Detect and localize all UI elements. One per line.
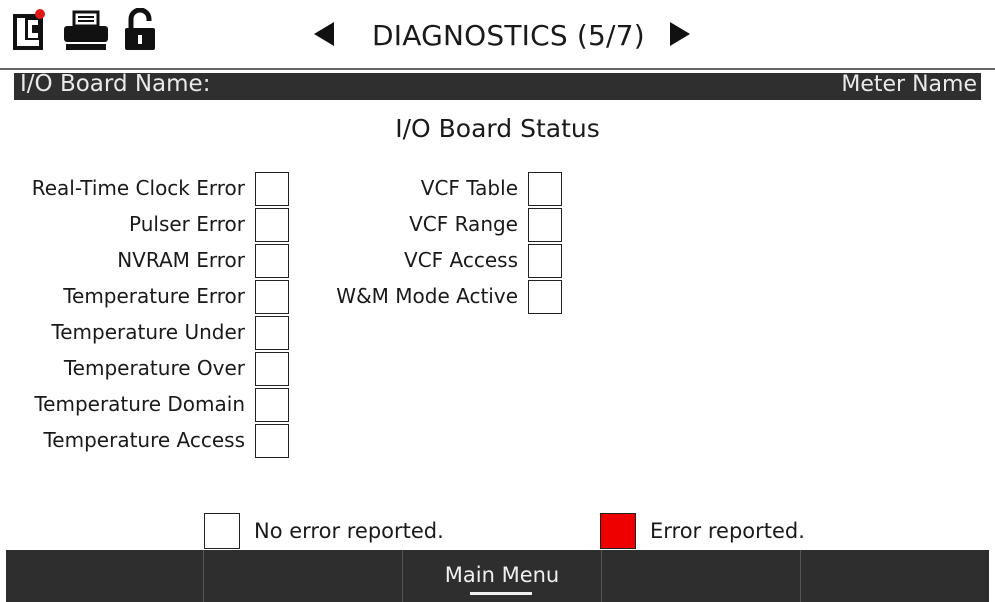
status-row: VCF Access <box>290 244 562 280</box>
toolbar-divider <box>0 68 995 70</box>
status-indicator <box>255 388 289 422</box>
status-indicator <box>528 280 562 314</box>
status-label: Real-Time Clock Error <box>31 176 245 200</box>
status-indicator <box>255 280 289 314</box>
softkey-bar: Main Menu <box>6 550 989 602</box>
status-label: VCF Table <box>420 176 518 200</box>
error-swatch <box>600 513 636 549</box>
status-label: W&M Mode Active <box>336 284 518 308</box>
page-title: DIAGNOSTICS (5/7) <box>372 19 645 52</box>
status-row: NVRAM Error <box>0 244 289 280</box>
board-name-bar: I/O Board Name: Meter Name <box>14 71 981 100</box>
status-indicator <box>255 244 289 278</box>
softkey-1[interactable] <box>6 550 203 602</box>
status-indicator <box>255 208 289 242</box>
status-indicator <box>528 208 562 242</box>
status-indicator <box>528 244 562 278</box>
lc-logo-icon[interactable] <box>12 8 46 56</box>
status-label: VCF Access <box>404 248 518 272</box>
board-name-label: I/O Board Name: <box>20 71 211 97</box>
next-page-arrow-icon[interactable] <box>670 22 690 46</box>
previous-page-arrow-icon[interactable] <box>314 22 334 46</box>
no-error-swatch <box>204 513 240 549</box>
main-menu-button[interactable]: Main Menu <box>403 550 601 602</box>
meter-name-label: Meter Name <box>841 72 977 97</box>
softkey-4[interactable] <box>602 550 800 602</box>
status-row: Temperature Under <box>0 316 289 352</box>
main-menu-label: Main Menu <box>444 563 560 587</box>
status-indicator <box>255 352 289 386</box>
status-indicator <box>528 172 562 206</box>
status-label: Temperature Access <box>43 428 245 452</box>
status-row: Real-Time Clock Error <box>0 172 289 208</box>
status-indicator <box>255 316 289 350</box>
status-label: Temperature Under <box>51 320 245 344</box>
softkey-2[interactable] <box>204 550 402 602</box>
status-row: VCF Range <box>290 208 562 244</box>
status-row: Temperature Access <box>0 424 289 460</box>
status-row: VCF Table <box>290 172 562 208</box>
status-row: Temperature Domain <box>0 388 289 424</box>
unlock-icon[interactable] <box>122 7 158 56</box>
status-indicator <box>255 424 289 458</box>
softkey-5[interactable] <box>801 550 989 602</box>
status-row: Pulser Error <box>0 208 289 244</box>
main-menu-underline <box>470 592 532 595</box>
section-title: I/O Board Status <box>395 114 600 143</box>
status-label: VCF Range <box>409 212 518 236</box>
status-label: NVRAM Error <box>117 248 245 272</box>
toolbar: DIAGNOSTICS (5/7) <box>0 0 995 68</box>
error-legend-label: Error reported. <box>650 519 805 543</box>
status-label: Pulser Error <box>129 212 245 236</box>
status-label: Temperature Domain <box>34 392 245 416</box>
status-row: Temperature Error <box>0 280 289 316</box>
no-error-legend-label: No error reported. <box>254 519 444 543</box>
status-row: Temperature Over <box>0 352 289 388</box>
printer-icon[interactable] <box>62 10 110 56</box>
status-row: W&M Mode Active <box>290 280 562 316</box>
status-label: Temperature Over <box>63 356 245 380</box>
status-label: Temperature Error <box>63 284 245 308</box>
status-indicator <box>255 172 289 206</box>
